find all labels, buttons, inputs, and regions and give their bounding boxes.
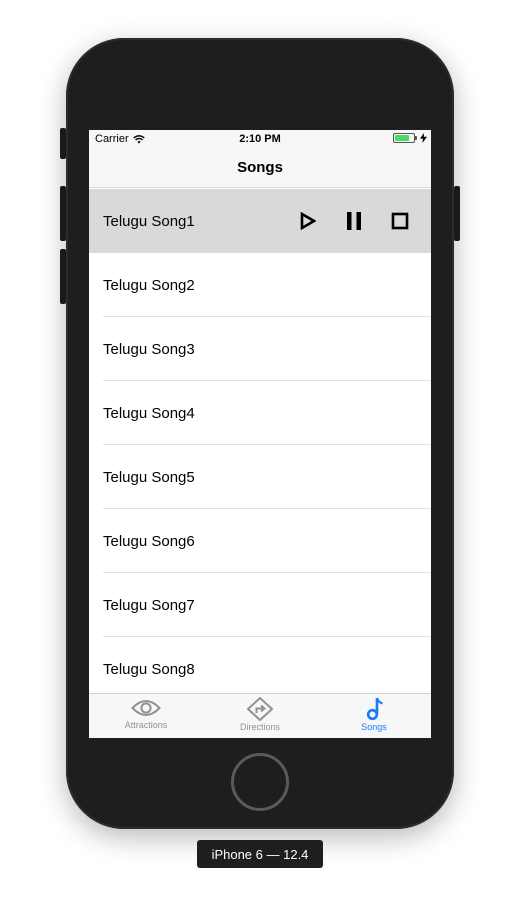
tab-label: Attractions: [124, 720, 168, 730]
song-row-2[interactable]: Telugu Song2: [89, 253, 431, 317]
songs-list: Telugu Song1 Telugu Song2 Telugu Song3 T…: [89, 189, 431, 694]
song-row-7[interactable]: Telugu Song7: [89, 573, 431, 637]
charging-bolt-icon: [420, 133, 427, 143]
page-title: Songs: [237, 159, 283, 176]
song-row-3[interactable]: Telugu Song3: [89, 317, 431, 381]
play-button[interactable]: [295, 208, 321, 234]
song-title: Telugu Song2: [103, 276, 195, 294]
tab-bar: Attractions Directions Songs: [89, 693, 431, 738]
playback-controls: [295, 189, 413, 253]
play-icon: [300, 212, 316, 230]
tab-label: Songs: [361, 722, 387, 732]
song-title: Telugu Song4: [103, 404, 195, 422]
song-row-4[interactable]: Telugu Song4: [89, 381, 431, 445]
stop-button[interactable]: [387, 208, 413, 234]
song-title: Telugu Song6: [103, 532, 195, 550]
song-title: Telugu Song3: [103, 340, 195, 358]
tab-label: Directions: [239, 722, 280, 732]
stop-icon: [391, 212, 409, 230]
pause-button[interactable]: [341, 208, 367, 234]
song-row-6[interactable]: Telugu Song6: [89, 509, 431, 573]
tab-songs[interactable]: Songs: [317, 694, 431, 738]
song-title: Telugu Song1: [103, 212, 195, 230]
battery-icon: [393, 133, 417, 143]
song-title: Telugu Song8: [103, 660, 195, 678]
device-label: iPhone 6 — 12.4: [197, 840, 323, 868]
status-time: 2:10 PM: [239, 133, 281, 145]
screen: Carrier 2:10 PM Songs Telugu Song1 Telug…: [89, 130, 431, 738]
tab-directions[interactable]: Directions: [203, 694, 317, 738]
home-button[interactable]: [231, 753, 289, 811]
navigation-bar: Songs: [89, 148, 431, 188]
power-button: [454, 186, 460, 241]
eye-icon: [131, 700, 161, 716]
directions-icon: [247, 697, 273, 721]
tab-attractions[interactable]: Attractions: [89, 694, 203, 738]
song-title: Telugu Song5: [103, 468, 195, 486]
song-row-5[interactable]: Telugu Song5: [89, 445, 431, 509]
music-note-icon: [366, 697, 383, 721]
song-row-8[interactable]: Telugu Song8: [89, 637, 431, 694]
status-bar: Carrier 2:10 PM: [89, 130, 431, 148]
song-row-1[interactable]: Telugu Song1: [89, 189, 431, 253]
song-title: Telugu Song7: [103, 596, 195, 614]
pause-icon: [347, 212, 361, 230]
